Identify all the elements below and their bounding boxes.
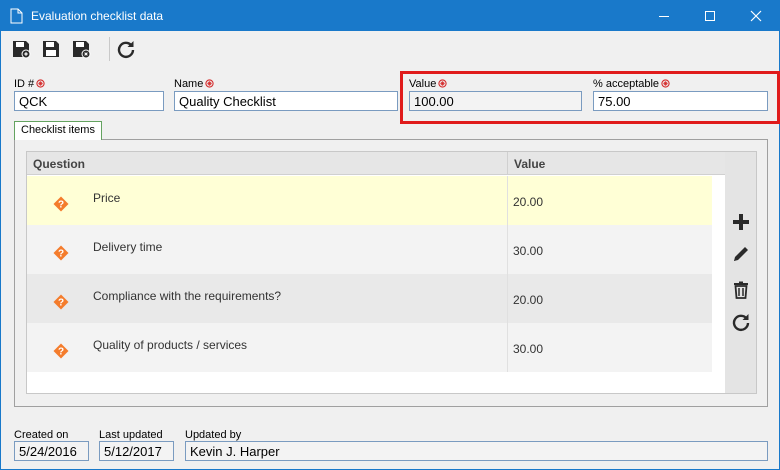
refresh-icon <box>117 41 135 59</box>
last-updated-label: Last updated <box>99 429 163 441</box>
id-label: ID # <box>14 78 45 90</box>
add-button[interactable] <box>729 210 753 234</box>
table-row[interactable]: ? Quality of products / services 30.00 <box>27 323 712 372</box>
toolbar <box>1 31 779 67</box>
dialog-window: Evaluation checklist data ID # QCK Name … <box>0 0 780 470</box>
save-close-icon <box>73 41 91 59</box>
value-cell: 20.00 <box>513 195 544 209</box>
question-diamond-icon: ? <box>53 294 69 310</box>
required-icon <box>205 79 214 88</box>
table-row[interactable]: ? Price 20.00 <box>27 176 712 225</box>
minimize-icon <box>659 16 669 17</box>
updated-by-field[interactable]: Kevin J. Harper <box>185 441 768 461</box>
question-cell: Quality of products / services <box>93 338 248 352</box>
grid-header: Question Value <box>27 152 725 175</box>
question-cell: Delivery time <box>93 240 163 254</box>
svg-text:?: ? <box>58 298 64 309</box>
table-row[interactable]: ? Delivery time 30.00 <box>27 225 712 274</box>
delete-button[interactable] <box>729 278 753 302</box>
tab-panel: Question Value ? Price 20.00? Delivery time… <box>14 139 768 407</box>
svg-text:?: ? <box>58 347 64 358</box>
question-diamond-icon: ? <box>53 245 69 261</box>
updated-by-label: Updated by <box>185 429 242 441</box>
add-icon <box>733 214 749 230</box>
title-bar[interactable]: Evaluation checklist data <box>1 1 779 31</box>
column-header-value[interactable]: Value <box>514 157 545 171</box>
created-on-label: Created on <box>14 429 69 441</box>
id-label-text: ID # <box>14 78 35 90</box>
column-header-question[interactable]: Question <box>33 157 85 171</box>
document-icon <box>10 8 23 24</box>
close-icon <box>750 10 762 22</box>
question-cell: Compliance with the requirements? <box>93 289 282 303</box>
maximize-button[interactable] <box>687 1 733 31</box>
name-field[interactable]: Quality Checklist <box>174 91 398 111</box>
edit-icon <box>734 247 748 261</box>
refresh-grid-button[interactable] <box>729 310 753 334</box>
save-new-button[interactable] <box>8 36 34 62</box>
save-close-button[interactable] <box>68 36 94 62</box>
cell-divider <box>507 225 508 274</box>
checklist-grid: Question Value ? Price 20.00? Delivery time… <box>26 151 726 394</box>
value-cell: 30.00 <box>513 342 544 356</box>
name-label-text: Name <box>174 78 204 90</box>
table-row[interactable]: ? Compliance with the requirements? 20.00 <box>27 274 712 323</box>
value-cell: 30.00 <box>513 244 544 258</box>
maximize-icon <box>705 11 715 21</box>
svg-text:?: ? <box>58 249 64 260</box>
required-icon <box>36 79 45 88</box>
id-field[interactable]: QCK <box>14 91 164 111</box>
edit-button[interactable] <box>729 242 753 266</box>
name-label: Name <box>174 78 214 90</box>
question-cell: Price <box>93 191 121 205</box>
highlight-annotation <box>400 71 780 124</box>
question-diamond-icon: ? <box>53 196 69 212</box>
save-icon <box>43 41 59 57</box>
save-new-icon <box>13 41 31 59</box>
cell-divider <box>507 274 508 323</box>
svg-text:?: ? <box>58 200 64 211</box>
toolbar-separator <box>109 37 110 61</box>
last-updated-field[interactable]: 5/12/2017 <box>99 441 174 461</box>
tab-checklist-items[interactable]: Checklist items <box>14 121 102 140</box>
close-button[interactable] <box>733 1 779 31</box>
cell-divider <box>507 323 508 372</box>
column-divider <box>507 152 508 175</box>
refresh-button[interactable] <box>113 36 139 62</box>
delete-icon <box>734 281 748 299</box>
refresh-icon <box>732 314 750 332</box>
cell-divider <box>507 176 508 225</box>
question-diamond-icon: ? <box>53 343 69 359</box>
window-title: Evaluation checklist data <box>31 9 164 23</box>
save-button[interactable] <box>38 36 64 62</box>
created-on-field[interactable]: 5/24/2016 <box>14 441 89 461</box>
grid-side-toolbar <box>725 151 757 394</box>
minimize-button[interactable] <box>641 1 687 31</box>
value-cell: 20.00 <box>513 293 544 307</box>
